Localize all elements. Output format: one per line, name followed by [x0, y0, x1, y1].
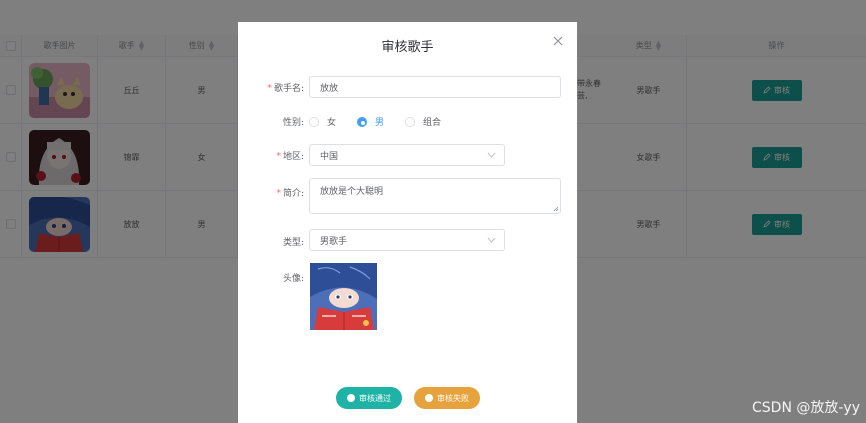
- audit-fail-label: 审核失败: [437, 393, 469, 403]
- gender-option-label: 男: [375, 118, 385, 128]
- audit-fail-button[interactable]: 审核失败: [414, 387, 480, 409]
- avatar: [310, 263, 377, 330]
- resize-handle-icon[interactable]: [553, 206, 559, 212]
- chevron-down-icon: [487, 237, 496, 243]
- region-label-text: 地区:: [282, 152, 304, 162]
- intro-value: 放放是个大聪明: [320, 187, 384, 197]
- audit-singer-dialog: 审核歌手 * 歌手名: 放放 性别: 女 男 组合 * 地区: 中国 * 简介: 放放…: [238, 22, 577, 423]
- intro-label: * 简介:: [276, 189, 304, 199]
- dialog-title: 审核歌手: [381, 40, 434, 55]
- chevron-down-icon: [487, 152, 496, 158]
- singer-name-input[interactable]: 放放: [309, 76, 561, 98]
- radio-circle: [309, 116, 319, 127]
- region-select[interactable]: 中国: [309, 144, 505, 166]
- close-circle-icon: [425, 394, 433, 402]
- intro-label-text: 简介:: [282, 189, 304, 199]
- check-circle-icon: [347, 394, 355, 402]
- radio-circle: [405, 116, 416, 127]
- gender-option-label: 组合: [423, 118, 442, 128]
- gender-option-label: 女: [327, 118, 337, 128]
- gender-radio-group: 女 男 组合: [309, 115, 462, 128]
- radio-circle-selected: [357, 116, 368, 127]
- audit-pass-button[interactable]: 审核通过: [336, 387, 402, 409]
- type-select[interactable]: 男歌手: [309, 229, 505, 251]
- gender-radio-group-option[interactable]: 组合: [405, 115, 441, 128]
- type-value: 男歌手: [320, 236, 348, 247]
- intro-textarea[interactable]: 放放是个大聪明: [309, 178, 561, 214]
- region-value: 中国: [320, 151, 339, 162]
- gender-radio-male[interactable]: 男: [357, 115, 384, 128]
- audit-pass-label: 审核通过: [359, 393, 391, 403]
- region-label: * 地区:: [276, 152, 304, 162]
- singer-name-value: 放放: [320, 83, 339, 94]
- csdn-watermark: CSDN @放放-yy: [752, 400, 860, 416]
- avatar-label: 头像:: [282, 274, 304, 284]
- singer-name-label: * 歌手名:: [267, 84, 304, 94]
- gender-label: 性别:: [282, 118, 304, 128]
- gender-radio-female[interactable]: 女: [309, 115, 336, 128]
- type-label: 类型:: [282, 238, 304, 248]
- close-icon[interactable]: [551, 34, 565, 48]
- singer-name-label-text: 歌手名:: [273, 84, 304, 94]
